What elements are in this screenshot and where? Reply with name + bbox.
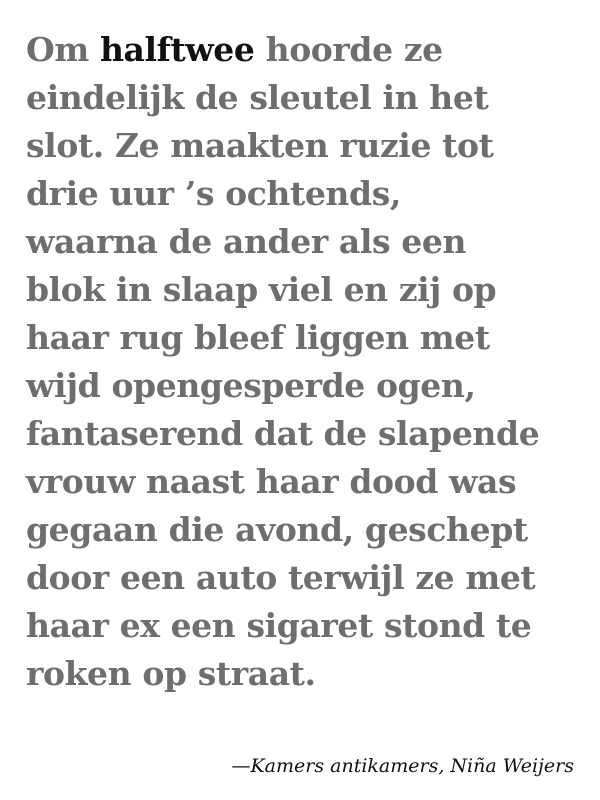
quote-line: fantaserend dat de slapende: [26, 414, 540, 453]
quote-line: eindelijk de sleutel in het: [26, 78, 489, 117]
highlighted-word: halftwee: [99, 30, 255, 69]
quote-line: roken op straat.: [26, 654, 316, 693]
quote-line: waarna de ander als een: [26, 222, 467, 261]
quote-line: gegaan die avond, geschept: [26, 510, 528, 549]
quote-line: drie uur ’s ochtends,: [26, 174, 401, 213]
quote-line: blok in slaap viel en zij op: [26, 270, 497, 309]
quote-line: slot. Ze maakten ruzie tot: [26, 126, 494, 165]
quote-line: Om halftwee hoorde ze: [26, 26, 574, 74]
quote-line-start: Om: [26, 30, 100, 69]
attribution: —Kamers antikamers, Niña Weijers: [231, 755, 574, 777]
quote-line: haar ex een sigaret stond te: [26, 606, 532, 645]
quote-line-end: hoorde ze: [254, 30, 444, 69]
quote-line: vrouw naast haar dood was: [26, 462, 517, 501]
quote-passage: Om halftwee hoorde ze eindelijk de sleut…: [26, 26, 574, 698]
quote-line: door een auto terwijl ze met: [26, 558, 536, 597]
quote-line: haar rug bleef liggen met: [26, 318, 490, 357]
quote-line: wijd opengesperde ogen,: [26, 366, 476, 405]
